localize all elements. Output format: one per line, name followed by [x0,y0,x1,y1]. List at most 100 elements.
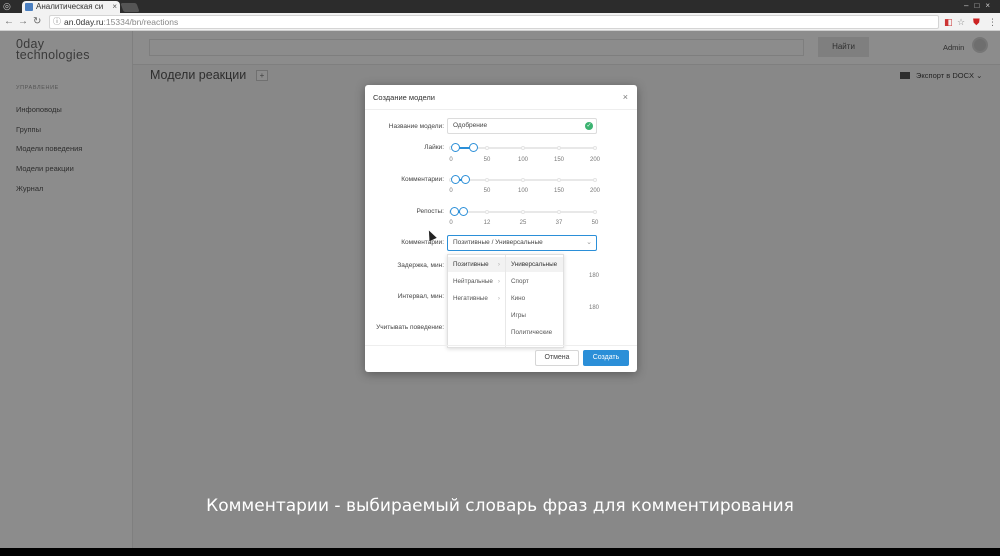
comments-label: Комментарии: [401,176,444,183]
menu-icon[interactable]: ⋮ [988,16,997,28]
reposts-slider[interactable] [449,207,597,217]
likes-min-handle[interactable] [450,143,460,152]
cascade-item-positive[interactable]: Позитивные › [448,257,505,272]
comments-step-dot[interactable] [557,178,561,182]
comments-slider[interactable] [449,175,597,185]
comments-step-dot[interactable] [485,178,489,182]
likes-step-dot[interactable] [521,146,525,150]
likes-tick-label: 150 [553,157,565,163]
comments-tick-label: 50 [483,188,491,194]
reposts-min-handle[interactable] [449,207,459,216]
likes-step-dot[interactable] [557,146,561,150]
reposts-step-dot[interactable] [557,210,561,214]
reposts-tick-label: 25 [519,220,527,226]
chevron-right-icon: › [497,261,500,268]
cascade-item-sport[interactable]: Спорт [506,274,563,289]
comments-min-handle[interactable] [450,175,460,184]
screen: { "browser": { "tab_title": "Аналитическ… [0,0,1000,556]
cascade-item-label: Нейтральные [453,278,493,285]
check-icon: ✓ [585,122,593,130]
create-button[interactable]: Создать [583,350,629,366]
cascade-level1: Позитивные › Нейтральные › Негативные › [448,255,506,347]
cascade-item-political[interactable]: Политические [506,325,563,340]
reload-icon[interactable]: ↻ [33,15,41,28]
incognito-icon: ◎ [3,1,11,11]
comments-step-dot[interactable] [593,178,597,182]
comments-tick-label: 200 [589,188,601,194]
close-icon[interactable]: × [623,92,628,102]
divider [365,109,637,110]
url-input[interactable]: ⓘ an.0day.ru:15334/bn/reactions [49,15,939,29]
footer-divider [365,345,637,346]
cascade-level2: Универсальные Спорт Кино Игры Политическ… [506,255,563,347]
interval-tick: 180 [589,305,600,311]
url-host: an.0day.ru [64,17,104,27]
delay-label: Задержка, мин: [397,262,444,269]
comments-select-label: Комментарии: [401,239,444,246]
dialog-title: Создание модели [373,93,435,102]
cascade-item-cinema[interactable]: Кино [506,291,563,306]
bookmark-star-icon[interactable]: ☆ [957,16,965,28]
reposts-step-dot[interactable] [593,210,597,214]
interval-label: Интервал, мин: [397,293,444,300]
comments-tick-label: 150 [553,188,565,194]
model-name-input[interactable]: Одобрение ✓ [447,118,597,134]
cascade-item-label: Позитивные [453,261,489,268]
close-tab-icon[interactable]: × [112,1,117,13]
delay-tick: 180 [589,273,600,279]
chevron-right-icon: › [497,278,500,285]
back-icon[interactable]: ← [4,15,14,28]
name-label: Название модели: [388,123,444,130]
video-subtitle: Комментарии - выбираемый словарь фраз дл… [206,496,794,516]
cascade-item-games[interactable]: Игры [506,308,563,323]
likes-max-handle[interactable] [468,143,478,152]
likes-label: Лайки: [424,144,444,151]
tab-title: Аналитическая си [36,2,104,11]
browser-tabstrip: ◎ Аналитическая си × –□× [0,0,1000,13]
cancel-button[interactable]: Отмена [535,350,579,366]
comments-step-dot[interactable] [521,178,525,182]
likes-tick-label: 100 [517,157,529,163]
translate-icon[interactable]: ◧ [944,16,953,28]
likes-step-dot[interactable] [593,146,597,150]
window-controls[interactable]: –□× [964,0,996,12]
cascade-item-label: Негативные [453,295,488,302]
reposts-tick-label: 12 [483,220,491,226]
likes-ticks: 0 50 100 150 200 [449,157,600,165]
cascade-item-universal[interactable]: Универсальные [506,257,563,272]
comments-tick-label: 0 [449,188,453,194]
cascade-item-negative[interactable]: Негативные › [448,291,505,306]
comments-max-handle[interactable] [461,175,471,184]
cascade-item-neutral[interactable]: Нейтральные › [448,274,505,289]
reposts-tick-label: 50 [591,220,599,226]
reposts-step-dot[interactable] [485,210,489,214]
likes-step-dot[interactable] [485,146,489,150]
chevron-down-icon: ⌄ [586,239,592,246]
comments-ticks: 0 50 100 150 200 [449,188,600,196]
likes-tick-label: 50 [483,157,491,163]
reposts-tick-label: 0 [449,220,453,226]
extension-shield-icon[interactable]: ⛊ [973,16,980,28]
likes-tick-label: 0 [449,157,453,163]
comments-select-value: Позитивные / Универсальные [453,239,543,246]
reposts-max-handle[interactable] [458,207,468,216]
new-tab-button[interactable] [120,3,140,12]
reposts-step-dot[interactable] [521,210,525,214]
forward-icon[interactable]: → [18,15,28,28]
comments-cascade-menu: Позитивные › Нейтральные › Негативные › Уни… [447,254,564,348]
reposts-label: Репосты: [416,208,444,215]
comments-tick-label: 100 [517,188,529,194]
favicon-icon [25,3,33,11]
likes-tick-label: 200 [589,157,601,163]
browser-tab[interactable]: Аналитическая си × [22,1,120,13]
address-bar: ← → ↻ ⓘ an.0day.ru:15334/bn/reactions ◧ … [0,13,1000,31]
create-model-dialog: Создание модели × Название модели: Одобр… [365,85,637,372]
comments-select[interactable]: Позитивные / Универсальные ⌄ [447,235,597,251]
model-name-value: Одобрение [453,122,488,129]
reposts-tick-label: 37 [555,220,563,226]
bottom-bar [0,548,1000,556]
behavior-label: Учитывать поведение: [376,324,444,331]
chevron-right-icon: › [497,295,500,302]
reposts-ticks: 0 12 25 37 50 [449,220,598,228]
likes-slider[interactable] [449,143,597,153]
